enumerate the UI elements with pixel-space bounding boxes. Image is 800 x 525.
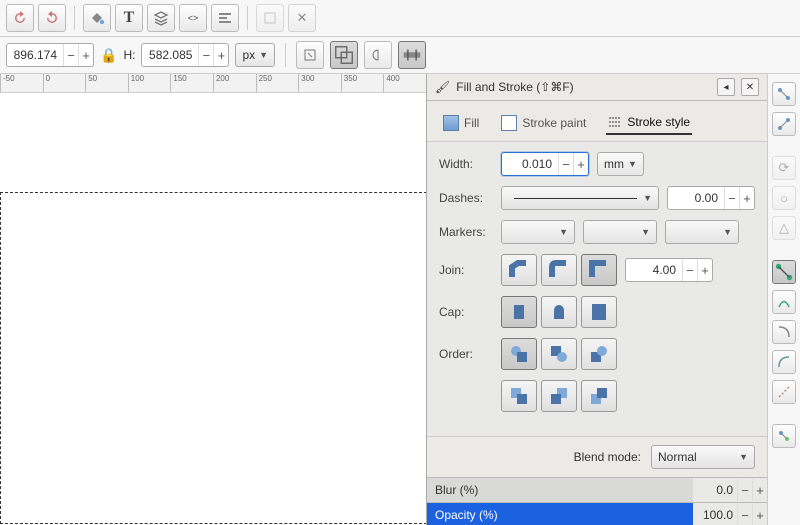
tool-link-icon[interactable] xyxy=(772,424,796,448)
blur-slider[interactable]: Blur (%) 0.0 −+ xyxy=(427,477,767,502)
cap-label: Cap: xyxy=(439,305,493,319)
horizontal-ruler: -50050100150200250300350400 xyxy=(0,74,426,93)
dashes-select[interactable]: ▼ xyxy=(501,186,659,210)
tool-edit-icon[interactable] xyxy=(772,112,796,136)
fill-stroke-panel: 🖌 Fill and Stroke (⇧⌘F) ◂ ✕ Fill Stroke … xyxy=(426,74,767,525)
unit-select[interactable]: px▼ xyxy=(235,43,275,67)
blend-mode-label: Blend mode: xyxy=(574,450,641,464)
right-toolbox: ⟳ ○ △ xyxy=(767,74,800,525)
order-6-icon[interactable] xyxy=(581,380,617,412)
layers-icon[interactable] xyxy=(147,4,175,32)
height-input[interactable]: 582.085 −+ xyxy=(141,43,229,67)
join-miter-icon[interactable] xyxy=(581,254,617,286)
xml-icon[interactable]: <> xyxy=(179,4,207,32)
panel-close-icon[interactable]: ✕ xyxy=(741,78,759,96)
height-plus[interactable]: + xyxy=(213,44,228,66)
join-bevel-icon[interactable] xyxy=(501,254,537,286)
markers-label: Markers: xyxy=(439,225,493,239)
miter-limit-input[interactable]: 4.00 −+ xyxy=(625,258,713,282)
preferences-icon[interactable] xyxy=(256,4,284,32)
tool-curve2-icon[interactable] xyxy=(772,320,796,344)
tool-zoom3-icon[interactable]: △ xyxy=(772,216,796,240)
marker-mid-select[interactable]: ▼ xyxy=(583,220,657,244)
stroke-width-unit[interactable]: mm▼ xyxy=(597,152,644,176)
top-toolbar: T <> ✕ xyxy=(0,0,800,37)
marker-end-select[interactable]: ▼ xyxy=(665,220,739,244)
text-tool-icon[interactable]: T xyxy=(115,4,143,32)
selection-frame[interactable] xyxy=(0,192,426,524)
width-label: Width: xyxy=(439,157,493,171)
panel-header: 🖌 Fill and Stroke (⇧⌘F) ◂ ✕ xyxy=(427,74,767,101)
tool-zoom1-icon[interactable]: ⟳ xyxy=(772,156,796,180)
cap-butt-icon[interactable] xyxy=(501,296,537,328)
blend-mode-select[interactable]: Normal▼ xyxy=(651,445,755,469)
order-2-icon[interactable] xyxy=(541,338,577,370)
rotate-left-icon[interactable] xyxy=(6,4,34,32)
width-minus[interactable]: − xyxy=(63,44,78,66)
affect-move-icon[interactable] xyxy=(296,41,324,69)
join-round-icon[interactable] xyxy=(541,254,577,286)
height-label: H: xyxy=(123,48,135,62)
canvas-area[interactable]: -50050100150200250300350400 xyxy=(0,74,426,525)
stroke-width-input[interactable]: 0.010 −+ xyxy=(501,152,589,176)
width-value: 896.174 xyxy=(7,48,63,62)
panel-title: Fill and Stroke (⇧⌘F) xyxy=(456,80,573,94)
tab-fill[interactable]: Fill xyxy=(441,111,481,135)
order-3-icon[interactable] xyxy=(581,338,617,370)
affect-scale-icon[interactable] xyxy=(330,41,358,69)
height-minus[interactable]: − xyxy=(198,44,213,66)
order-5-icon[interactable] xyxy=(541,380,577,412)
affect-corners-icon[interactable] xyxy=(364,41,392,69)
dash-offset-input[interactable]: 0.00 −+ xyxy=(667,186,755,210)
tool-connector-icon[interactable] xyxy=(772,260,796,284)
tool-zoom2-icon[interactable]: ○ xyxy=(772,186,796,210)
tool-node-icon[interactable] xyxy=(772,82,796,106)
tab-stroke-style[interactable]: Stroke style xyxy=(606,111,692,135)
tool-curve3-icon[interactable] xyxy=(772,350,796,374)
width-plus[interactable]: + xyxy=(78,44,93,66)
cap-round-icon[interactable] xyxy=(541,296,577,328)
height-value: 582.085 xyxy=(142,48,198,62)
cap-square-icon[interactable] xyxy=(581,296,617,328)
order-4-icon[interactable] xyxy=(501,380,537,412)
paint-bucket-icon[interactable] xyxy=(83,4,111,32)
tools-icon[interactable]: ✕ xyxy=(288,4,316,32)
align-icon[interactable] xyxy=(211,4,239,32)
order-1-icon[interactable] xyxy=(501,338,537,370)
lock-aspect-icon[interactable]: 🔒 xyxy=(100,47,117,64)
dimension-toolbar: 896.174 −+ 🔒 H: 582.085 −+ px▼ xyxy=(0,37,800,74)
rotate-right-icon[interactable] xyxy=(38,4,66,32)
tool-dashed-icon[interactable] xyxy=(772,380,796,404)
panel-icon: 🖌 xyxy=(435,80,450,94)
order-label: Order: xyxy=(439,347,493,361)
marker-start-select[interactable]: ▼ xyxy=(501,220,575,244)
tab-stroke-paint[interactable]: Stroke paint xyxy=(499,111,588,135)
tool-curve1-icon[interactable] xyxy=(772,290,796,314)
panel-tabs: Fill Stroke paint Stroke style xyxy=(427,101,767,142)
panel-minimize-icon[interactable]: ◂ xyxy=(717,78,735,96)
join-label: Join: xyxy=(439,263,493,277)
affect-gradient-icon[interactable] xyxy=(398,41,426,69)
stroke-style-form: Width: 0.010 −+ mm▼ Dashes: ▼ 0.00 −+ Ma… xyxy=(427,142,767,436)
width-input[interactable]: 896.174 −+ xyxy=(6,43,94,67)
dashes-label: Dashes: xyxy=(439,191,493,205)
opacity-slider[interactable]: Opacity (%) 100.0 −+ xyxy=(427,502,767,525)
